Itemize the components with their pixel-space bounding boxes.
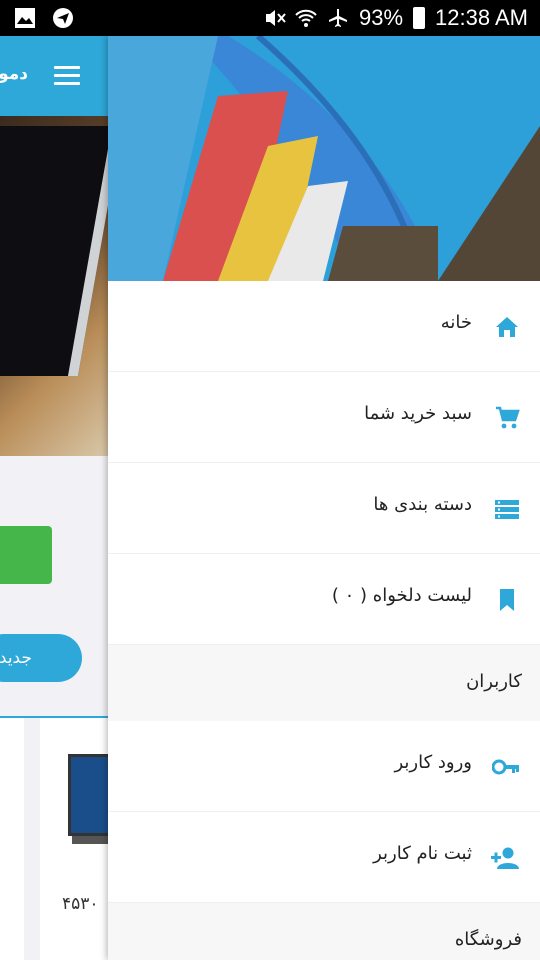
menu-item-register[interactable]: ثبت نام کاربر [108,812,540,903]
menu-item-login[interactable]: ورود کاربر [108,721,540,812]
section-title: فروشگاه [454,929,522,950]
add-user-icon [491,845,520,871]
menu-item-label: خانه [440,312,472,333]
product-image [68,754,108,836]
section-title: کاربران [466,671,522,692]
menu-item-wishlist[interactable]: لیست دلخواه ( ۰ ) [108,554,540,645]
app-title: دمو [0,64,28,84]
product-card-left[interactable] [0,718,24,960]
product-price: ۴۵۳۰ [62,894,99,914]
new-button[interactable]: جدید [0,634,82,682]
categories-icon [494,496,520,522]
menu-item-label: دسته بندی ها [373,494,472,515]
battery-percent: 93% [359,5,404,30]
drawer-header-image [108,36,540,281]
key-icon [491,754,520,780]
green-button[interactable] [0,526,52,584]
bookmark-icon [494,587,520,613]
drawer-menu: خانه سبد خرید شما دسته بندی ها لیست دلخو… [108,281,540,960]
navigation-drawer: خانه سبد خرید شما دسته بندی ها لیست دلخو… [108,36,540,960]
menu-item-label: لیست دلخواه ( ۰ ) [331,585,472,606]
mute-icon [263,7,286,29]
menu-item-categories[interactable]: دسته بندی ها [108,463,540,554]
menu-icon[interactable] [54,66,80,86]
product-image-base [72,836,108,844]
telegram-icon [52,7,74,29]
section-users: کاربران [108,645,540,721]
background-app: دمو جدید ۴۵۳۰ [0,36,108,960]
laptop-image [0,126,108,376]
product-card[interactable]: ۴۵۳۰ [40,718,108,960]
battery-icon [413,7,426,29]
menu-item-label: ورود کاربر [394,752,472,773]
menu-item-label: ثبت نام کاربر [373,843,472,864]
menu-item-cart[interactable]: سبد خرید شما [108,372,540,463]
app-toolbar: دمو [0,36,108,116]
menu-item-label: سبد خرید شما [364,403,472,424]
gallery-icon [14,7,36,29]
cart-icon [494,405,520,431]
wifi-icon [295,7,317,29]
status-bar: 93% 12:38 AM [0,0,540,36]
home-icon [494,314,520,340]
menu-item-home[interactable]: خانه [108,281,540,372]
airplane-icon [327,7,349,29]
clock: 12:38 AM [435,5,528,30]
section-store: فروشگاه [108,903,540,960]
banner-image[interactable] [0,116,108,456]
